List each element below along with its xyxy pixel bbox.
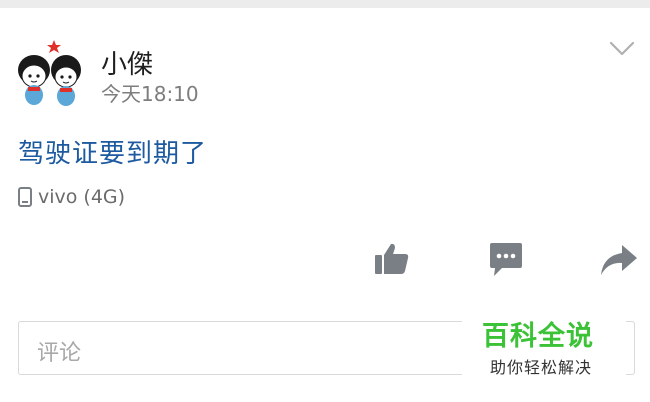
post-timestamp: 今天18:10 (101, 82, 199, 106)
watermark-subtitle: 助你轻松解决 (490, 358, 593, 377)
share-arrow-icon[interactable] (600, 244, 638, 276)
avatar[interactable] (16, 40, 88, 112)
username[interactable]: 小傑 (101, 44, 153, 81)
watermark-logo: 百科全说 助你轻松解决 (462, 298, 626, 394)
action-bar (0, 242, 650, 282)
watermark-title: 百科全说 (482, 321, 594, 352)
comment-placeholder: 评论 (37, 341, 82, 366)
thumbs-up-icon[interactable] (374, 242, 410, 276)
device-label: vivo (4G) (38, 186, 126, 208)
avatar-image (18, 40, 81, 106)
top-divider-strip (0, 0, 650, 8)
device-source: vivo (4G) (18, 184, 125, 210)
post-content: 驾驶证要到期了 (18, 139, 208, 169)
phone-icon (18, 187, 32, 207)
chevron-down-icon[interactable] (608, 40, 636, 58)
comment-bubble-icon[interactable] (488, 242, 524, 278)
feed-post: 小傑 今天18:10 驾驶证要到期了 vivo (4G) 评论 百科全说 助你轻… (0, 8, 650, 402)
